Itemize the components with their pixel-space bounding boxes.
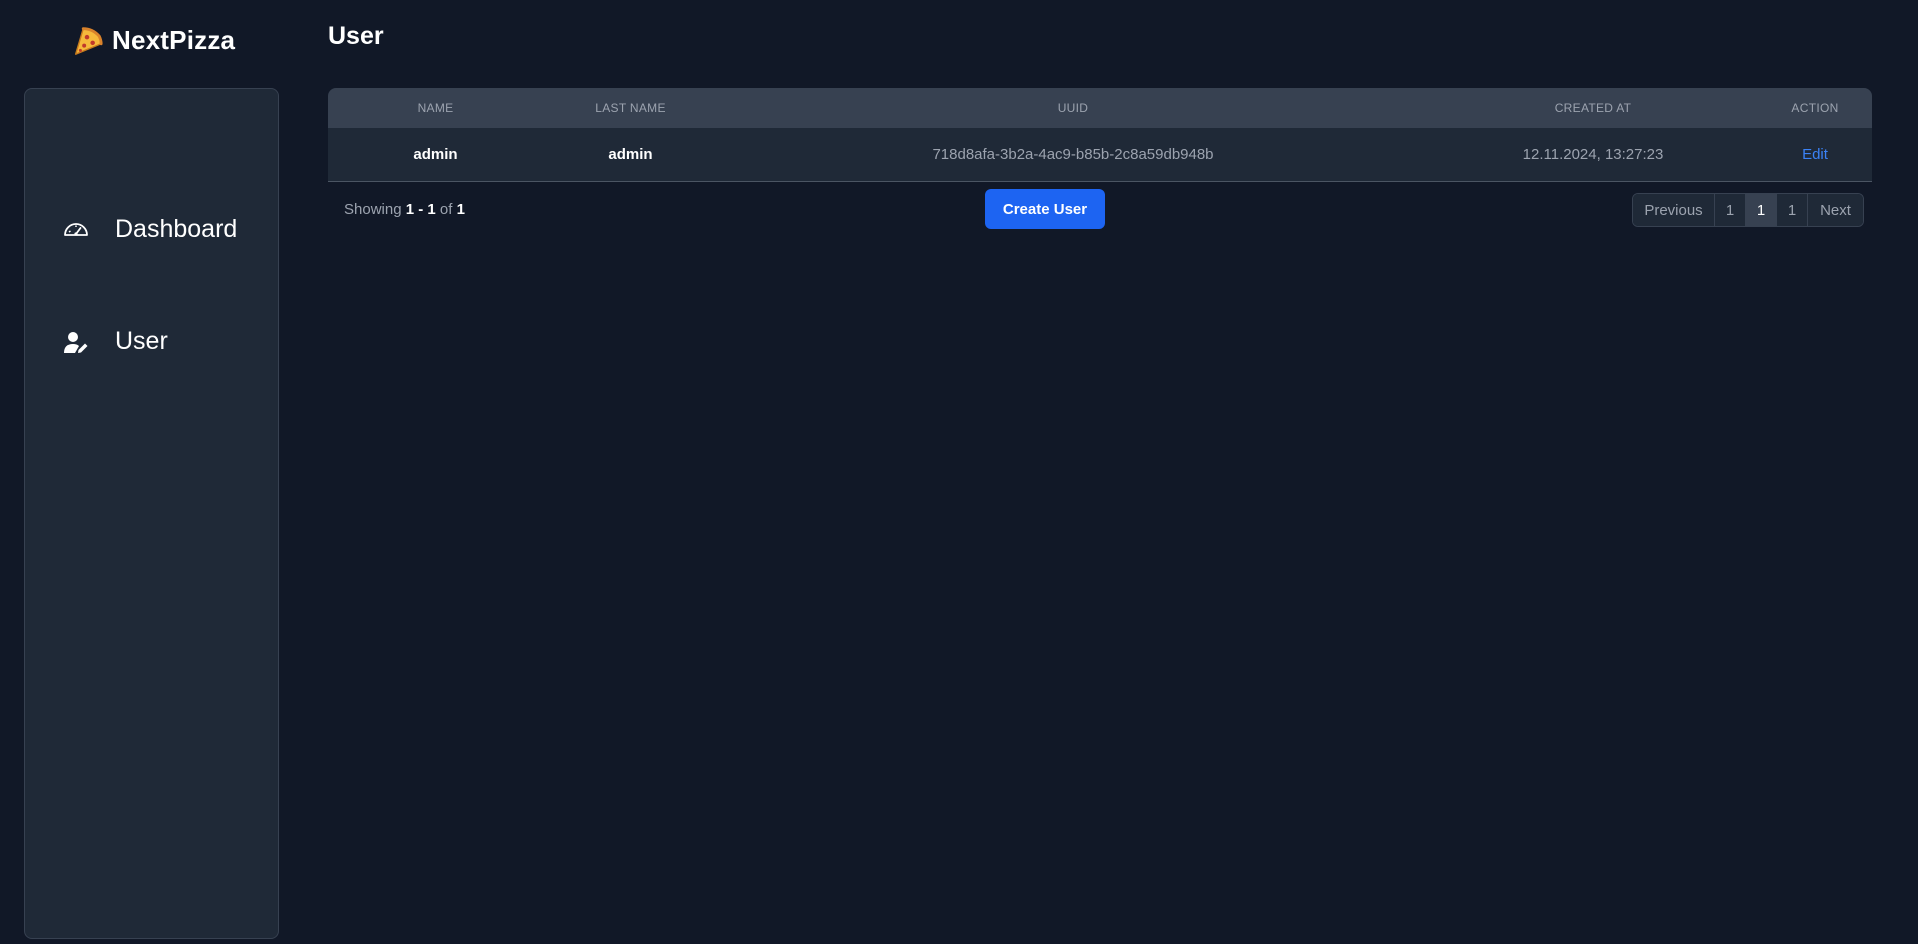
cell-name: admin: [413, 145, 458, 163]
cell-uuid: 718d8afa-3b2a-4ac9-b85b-2c8a59db948b: [932, 145, 1214, 163]
pagination-page-button[interactable]: 1: [1776, 194, 1807, 226]
column-header-created-at: CREATED AT: [1554, 101, 1632, 115]
column-header-uuid: UUID: [1057, 101, 1089, 115]
sidebar-item-dashboard[interactable]: Dashboard: [63, 215, 237, 244]
pagination: Previous 1 1 1 Next: [1632, 193, 1864, 227]
edit-link[interactable]: Edit: [1802, 146, 1828, 163]
logo-text: NextPizza: [112, 24, 236, 55]
sidebar-item-label: User: [115, 327, 168, 355]
column-header-action: ACTION: [1791, 101, 1839, 115]
showing-of: of: [439, 201, 453, 218]
column-header-last-name: LAST NAME: [595, 101, 666, 115]
pagination-next-button[interactable]: Next: [1807, 194, 1863, 226]
pizza-slice-icon: [74, 27, 103, 55]
gauge-icon: [64, 222, 88, 236]
showing-total: 1: [456, 201, 465, 218]
sidebar-item-user[interactable]: User: [63, 327, 168, 356]
pagination-page-button[interactable]: 1: [1714, 194, 1745, 226]
cell-action: Edit: [1758, 128, 1872, 181]
users-table: NAME LAST NAME UUID CREATED AT ACTION ad…: [328, 88, 1872, 182]
pagination-page-button-active[interactable]: 1: [1745, 194, 1776, 226]
sidebar: Dashboard User: [24, 88, 279, 939]
table-footer: Showing 1 - 1 of 1 Create User Previous …: [328, 189, 1872, 229]
page-title: User: [328, 22, 384, 50]
create-user-button[interactable]: Create User: [985, 189, 1105, 229]
pagination-previous-button[interactable]: Previous: [1633, 194, 1714, 226]
user-edit-icon: [64, 331, 88, 353]
table-header-row: NAME LAST NAME UUID CREATED AT ACTION: [328, 88, 1872, 128]
table-row: admin admin 718d8afa-3b2a-4ac9-b85b-2c8a…: [328, 128, 1872, 181]
cell-created-at: 12.11.2024, 13:27:23: [1522, 145, 1664, 163]
showing-summary: Showing 1 - 1 of 1: [344, 201, 465, 218]
sidebar-item-label: Dashboard: [115, 215, 238, 243]
column-header-name: NAME: [417, 101, 454, 115]
showing-prefix: Showing: [344, 201, 402, 218]
app-logo[interactable]: NextPizza: [70, 22, 235, 58]
cell-last-name: admin: [608, 145, 653, 163]
showing-range: 1 - 1: [405, 201, 436, 218]
